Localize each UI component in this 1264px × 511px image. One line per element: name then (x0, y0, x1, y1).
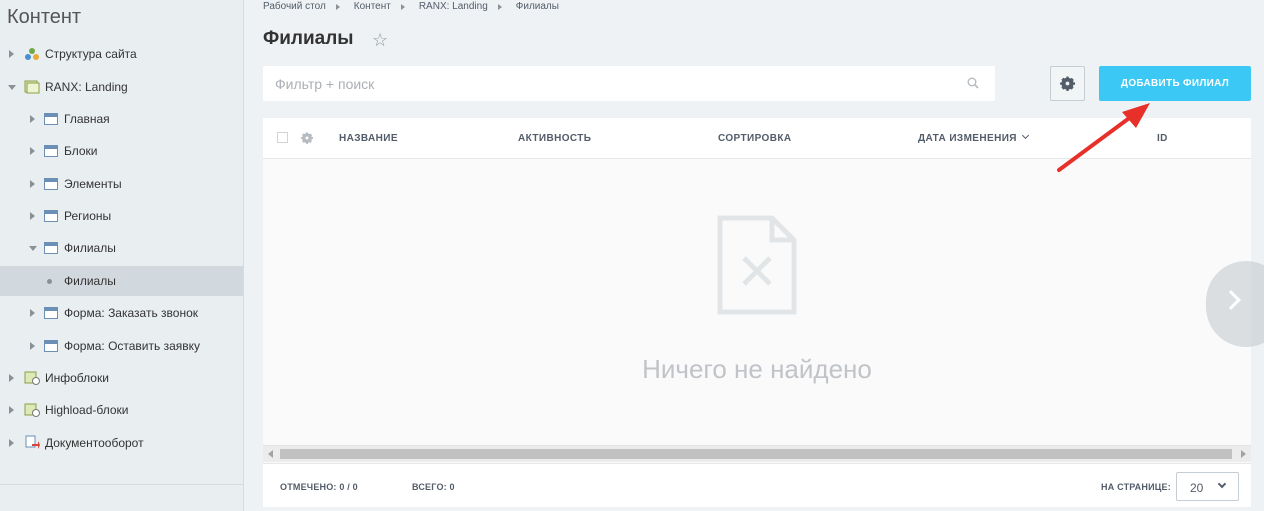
expand-arrow-icon[interactable] (9, 439, 14, 447)
chevron-down-icon (1217, 479, 1227, 489)
sidebar-item-regions[interactable]: Регионы (0, 201, 243, 231)
iblock-icon (44, 340, 58, 352)
site-structure-icon (24, 47, 39, 60)
expand-arrow-icon[interactable] (30, 115, 35, 123)
sidebar-item-branches-list[interactable]: Филиалы (0, 266, 243, 296)
breadcrumb-item[interactable]: Рабочий стол (263, 1, 326, 12)
sidebar-item-label: Регионы (64, 209, 112, 223)
scroll-left-arrow-icon[interactable] (268, 450, 273, 458)
sidebar-item-form-request[interactable]: Форма: Оставить заявку (0, 331, 243, 361)
infoblocks-icon (24, 371, 40, 385)
sidebar-item-ranx-landing[interactable]: RANX: Landing (0, 72, 243, 102)
sidebar-item-site-structure[interactable]: Структура сайта (0, 39, 243, 69)
selected-label: ОТМЕЧЕНО: (280, 482, 337, 492)
scroll-right-arrow-icon[interactable] (1241, 450, 1246, 458)
expand-arrow-icon[interactable] (30, 309, 35, 317)
star-icon[interactable]: ☆ (372, 30, 388, 51)
search-icon[interactable] (967, 77, 979, 89)
sidebar-item-label: Элементы (64, 177, 122, 191)
breadcrumb-separator-icon (400, 3, 405, 10)
column-header-label: ДАТА ИЗМЕНЕНИЯ (918, 133, 1017, 144)
selected-count: ОТМЕЧЕНО: 0 / 0 (280, 482, 358, 492)
expand-arrow-icon[interactable] (9, 406, 14, 414)
expand-arrow-icon[interactable] (9, 50, 14, 58)
sidebar-item-label: Документооборот (45, 436, 144, 450)
collapse-arrow-icon[interactable] (29, 246, 37, 251)
expand-arrow-icon[interactable] (30, 212, 35, 220)
total-count: ВСЕГО: 0 (412, 482, 455, 492)
iblock-icon (44, 178, 58, 190)
total-label: ВСЕГО: (412, 482, 447, 492)
highload-icon (24, 403, 40, 417)
workflow-icon (24, 435, 40, 449)
per-page-select[interactable]: 20 (1176, 472, 1239, 501)
sidebar-item-label: Филиалы (64, 241, 116, 255)
sidebar-item-label: RANX: Landing (45, 80, 128, 94)
sidebar-item-highload[interactable]: Highload-блоки (0, 395, 243, 425)
iblock-icon (44, 242, 58, 254)
expand-arrow-icon[interactable] (30, 147, 35, 155)
sidebar-title: Контент (7, 6, 82, 28)
sidebar-item-label: Highload-блоки (45, 403, 129, 417)
add-branch-button[interactable]: ДОБАВИТЬ ФИЛИАЛ (1099, 66, 1251, 101)
column-header-name[interactable]: НАЗВАНИЕ (339, 133, 398, 144)
sidebar-item-main[interactable]: Главная (0, 104, 243, 134)
column-header-active[interactable]: АКТИВНОСТЬ (518, 133, 591, 144)
iblock-icon (44, 113, 58, 125)
sidebar: Контент Структура сайта RANX: Landing Гл… (0, 0, 244, 511)
sidebar-item-label: Инфоблоки (45, 371, 109, 385)
total-value: 0 (449, 482, 455, 492)
iblock-icon (44, 210, 58, 222)
divider (0, 484, 243, 485)
filter-search (263, 66, 995, 101)
sidebar-item-label: Главная (64, 112, 110, 126)
breadcrumb-item[interactable]: RANX: Landing (419, 1, 488, 12)
settings-button[interactable] (1050, 66, 1085, 101)
sidebar-item-label: Структура сайта (45, 47, 137, 61)
column-header-date-modified[interactable]: ДАТА ИЗМЕНЕНИЯ (918, 131, 1029, 144)
expand-arrow-icon[interactable] (9, 374, 14, 382)
per-page-value: 20 (1190, 481, 1204, 495)
bullet-icon (47, 279, 52, 284)
breadcrumb: Рабочий стол Контент RANX: Landing Филиа… (263, 1, 569, 12)
scrollbar-thumb[interactable] (280, 449, 1232, 459)
breadcrumb-separator-icon (497, 3, 502, 10)
sidebar-item-label: Блоки (64, 144, 98, 158)
collapse-arrow-icon[interactable] (8, 85, 16, 90)
chevron-right-icon (1221, 290, 1241, 310)
gear-icon (1060, 76, 1075, 91)
column-settings-gear-icon[interactable] (301, 131, 313, 149)
expand-arrow-icon[interactable] (30, 342, 35, 350)
iblock-type-icon (24, 80, 40, 94)
page-title: Филиалы (263, 28, 354, 49)
breadcrumb-item[interactable]: Филиалы (516, 1, 559, 12)
empty-state-text: Ничего не найдено (642, 354, 872, 384)
column-header-sort[interactable]: СОРТИРОВКА (718, 133, 791, 144)
grid-footer: ОТМЕЧЕНО: 0 / 0 ВСЕГО: 0 НА СТРАНИЦЕ: 20 (263, 463, 1251, 507)
sidebar-item-elements[interactable]: Элементы (0, 169, 243, 199)
sidebar-item-blocks[interactable]: Блоки (0, 136, 243, 166)
breadcrumb-separator-icon (335, 3, 340, 10)
sidebar-item-label: Форма: Заказать звонок (64, 306, 198, 320)
sidebar-item-label: Форма: Оставить заявку (64, 339, 201, 353)
selected-value: 0 / 0 (339, 482, 358, 492)
sidebar-item-workflow[interactable]: Документооборот (0, 428, 243, 458)
annotation-arrow-icon (1057, 103, 1150, 172)
iblock-icon (44, 145, 58, 157)
sidebar-item-infoblocks[interactable]: Инфоблоки (0, 363, 243, 393)
iblock-icon (44, 307, 58, 319)
expand-arrow-icon[interactable] (30, 180, 35, 188)
horizontal-scrollbar[interactable] (263, 445, 1251, 462)
select-all-checkbox[interactable] (277, 132, 288, 143)
sidebar-item-label: Филиалы (64, 274, 116, 288)
empty-document-icon (717, 215, 797, 315)
per-page-label: НА СТРАНИЦЕ: (1101, 482, 1171, 492)
search-input[interactable] (275, 66, 955, 101)
breadcrumb-item[interactable]: Контент (354, 1, 391, 12)
sidebar-item-form-callback[interactable]: Форма: Заказать звонок (0, 298, 243, 328)
sidebar-item-branches[interactable]: Филиалы (0, 233, 243, 263)
sort-desc-icon (1021, 131, 1029, 140)
